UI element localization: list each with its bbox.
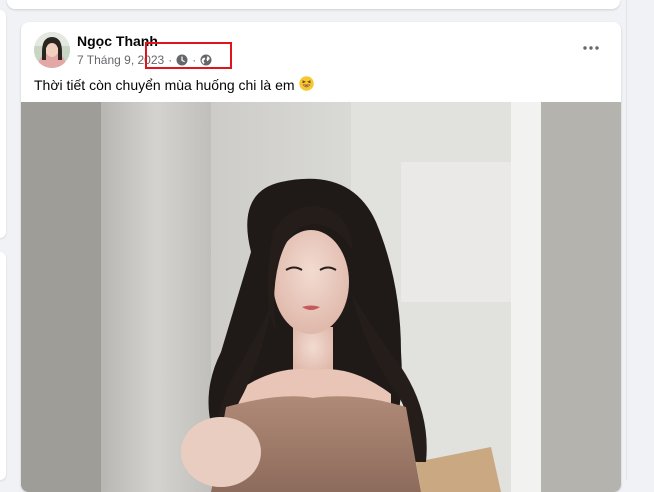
left-panel-card	[0, 252, 6, 480]
post-caption: Thời tiết còn chuyển mùa huống chi là em	[34, 76, 314, 94]
left-panel-card	[0, 10, 6, 238]
feed-post: Ngọc Thanh 7 Tháng 9, 2023 · · Thời tiết…	[21, 22, 621, 492]
avatar[interactable]	[34, 32, 70, 68]
annotation-highlight-box	[145, 42, 232, 69]
previous-post-card	[7, 0, 620, 9]
more-options-icon[interactable]	[579, 36, 603, 60]
right-column	[626, 0, 654, 480]
caption-text: Thời tiết còn chuyển mùa huống chi là em	[34, 77, 295, 93]
grinning-squinting-face-icon	[298, 76, 314, 94]
post-photo[interactable]	[21, 102, 621, 492]
